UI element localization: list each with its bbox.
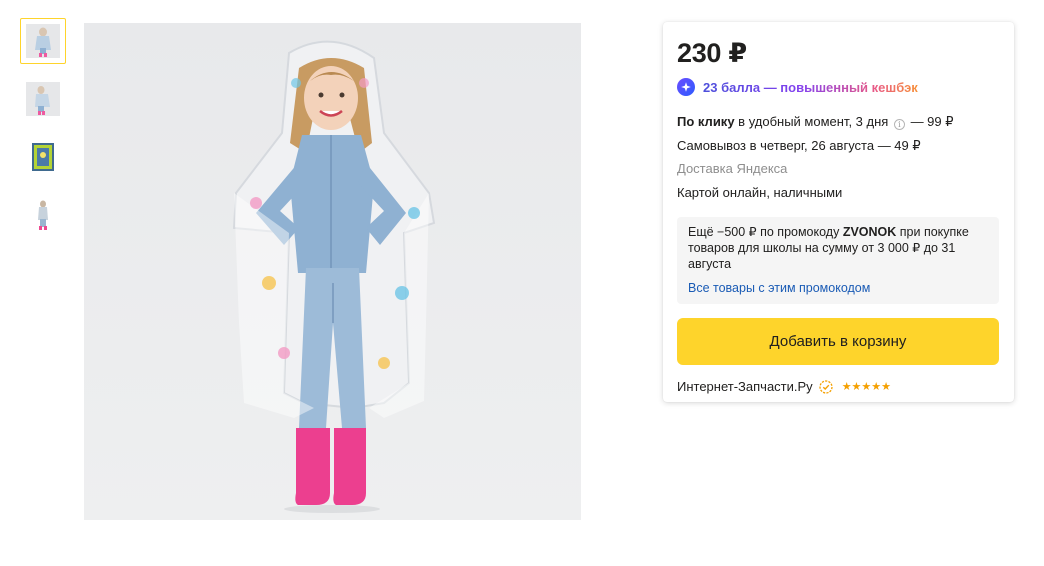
promo-products-link[interactable]: Все товары с этим промокодом (688, 280, 988, 296)
delivery-click-row: По клику в удобный момент, 3 дня i — 99 … (677, 110, 999, 134)
thumbnail-3[interactable] (20, 134, 66, 180)
yandex-plus-icon (677, 78, 695, 96)
product-photo (84, 23, 581, 520)
promo-prefix: Ещё −500 ₽ по промокоду (688, 225, 843, 239)
thumbnail-image (26, 82, 60, 116)
verified-seller-icon (819, 379, 833, 394)
thumbnail-2[interactable] (20, 76, 66, 122)
delivery-click-text: в удобный момент, 3 дня (734, 114, 889, 129)
cashback-info[interactable]: 23 балла — повышенный кешбэк (677, 77, 999, 97)
delivery-pickup-row: Самовывоз в четверг, 26 августа — 49 ₽ (677, 137, 921, 153)
seller-name-link[interactable]: Интернет-Запчасти.Ру (677, 379, 813, 394)
thumbnail-4[interactable] (20, 192, 66, 238)
thumbnail-list (20, 18, 66, 250)
promo-code: ZVONOK (842, 225, 897, 239)
thumbnail-image (26, 24, 60, 58)
promo-text: Ещё −500 ₽ по промокоду ZVONOK при покуп… (688, 224, 988, 272)
promo-block: Ещё −500 ₽ по промокоду ZVONOK при покуп… (677, 217, 999, 304)
thumbnail-image (32, 143, 54, 171)
seller-info: Интернет-Запчасти.Ру ★★★★★ (677, 379, 999, 394)
delivery-click-label: По клику (677, 114, 735, 129)
cashback-text: 23 балла — повышенный кешбэк (703, 79, 918, 95)
thumbnail-image (26, 198, 60, 232)
main-product-image[interactable] (84, 23, 581, 520)
payment-methods: Картой онлайн, наличными (677, 184, 843, 200)
offer-card: 230 ₽ 23 балла — повышенный кешбэк По кл… (663, 22, 1014, 402)
delivery-info: По клику в удобный момент, 3 дня i — 99 … (677, 110, 999, 204)
seller-rating-stars[interactable]: ★★★★★ (842, 380, 891, 393)
price: 230 ₽ (677, 38, 747, 68)
info-icon[interactable]: i (893, 119, 905, 130)
delivery-service: Доставка Яндекса (677, 161, 788, 176)
add-to-cart-button[interactable]: Добавить в корзину (677, 318, 999, 365)
delivery-click-price: — 99 ₽ (906, 114, 954, 129)
thumbnail-1[interactable] (20, 18, 66, 64)
